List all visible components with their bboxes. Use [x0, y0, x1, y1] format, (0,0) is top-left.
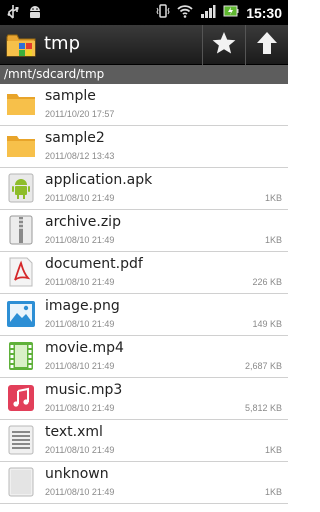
file-size: 1KB — [264, 445, 282, 455]
status-bar: 15:30 — [0, 0, 288, 25]
file-size: 2,687 KB — [244, 361, 282, 371]
android-icon — [6, 173, 36, 203]
video-icon — [6, 341, 36, 371]
file-date: 2011/08/10 21:49 — [45, 193, 115, 203]
folder-icon — [6, 89, 36, 119]
zip-icon — [6, 215, 36, 245]
file-list: sample 2011/10/20 17:57 sample2 2011/08/… — [0, 84, 288, 504]
file-name: application.apk — [45, 172, 153, 188]
text-icon — [6, 425, 36, 455]
list-item[interactable]: sample2 2011/08/12 13:43 — [0, 126, 288, 168]
file-date: 2011/08/10 21:49 — [45, 487, 115, 497]
file-date: 2011/08/12 13:43 — [45, 151, 115, 161]
parent-folder-button[interactable] — [245, 25, 288, 65]
file-name: text.xml — [45, 424, 103, 440]
list-item[interactable]: text.xml 2011/08/10 21:49 1KB — [0, 420, 288, 462]
pdf-icon — [6, 257, 36, 287]
android-debug-icon — [28, 4, 42, 24]
path-breadcrumb: /mnt/sdcard/tmp — [0, 65, 288, 84]
up-arrow-icon — [255, 30, 279, 60]
image-icon — [6, 299, 36, 329]
file-date: 2011/08/10 21:49 — [45, 403, 115, 413]
file-name: sample — [45, 88, 96, 104]
list-item[interactable]: movie.mp4 2011/08/10 21:49 2,687 KB — [0, 336, 288, 378]
file-date: 2011/08/10 21:49 — [45, 445, 115, 455]
file-size: 149 KB — [252, 319, 282, 329]
file-date: 2011/08/10 21:49 — [45, 319, 115, 329]
file-size: 1KB — [264, 235, 282, 245]
clock: 15:30 — [246, 5, 282, 21]
file-size: 5,812 KB — [244, 403, 282, 413]
list-item[interactable]: archive.zip 2011/08/10 21:49 1KB — [0, 210, 288, 252]
file-name: music.mp3 — [45, 382, 123, 398]
wifi-icon — [177, 3, 193, 23]
file-name: movie.mp4 — [45, 340, 124, 356]
music-icon — [6, 383, 36, 413]
battery-icon — [223, 3, 239, 23]
file-name: image.png — [45, 298, 120, 314]
file-name: unknown — [45, 466, 109, 482]
file-date: 2011/10/20 17:57 — [45, 109, 115, 119]
page-title: tmp — [44, 33, 81, 54]
file-date: 2011/08/10 21:49 — [45, 277, 115, 287]
list-item[interactable]: image.png 2011/08/10 21:49 149 KB — [0, 294, 288, 336]
action-bar: tmp — [0, 25, 288, 65]
file-name: document.pdf — [45, 256, 143, 272]
file-size: 1KB — [264, 487, 282, 497]
vibrate-icon — [156, 3, 170, 23]
list-item[interactable]: document.pdf 2011/08/10 21:49 226 KB — [0, 252, 288, 294]
list-item[interactable]: application.apk 2011/08/10 21:49 1KB — [0, 168, 288, 210]
unknown-file-icon — [6, 467, 36, 497]
list-item[interactable]: music.mp3 2011/08/10 21:49 5,812 KB — [0, 378, 288, 420]
list-item[interactable]: unknown 2011/08/10 21:49 1KB — [0, 462, 288, 504]
file-size: 1KB — [264, 193, 282, 203]
file-size: 226 KB — [252, 277, 282, 287]
star-icon — [211, 30, 237, 60]
file-name: archive.zip — [45, 214, 121, 230]
file-name: sample2 — [45, 130, 105, 146]
app-icon — [5, 29, 37, 61]
bookmark-button[interactable] — [202, 25, 245, 65]
folder-icon — [6, 131, 36, 161]
signal-icon — [200, 3, 216, 23]
usb-icon — [6, 4, 20, 24]
list-item[interactable]: sample 2011/10/20 17:57 — [0, 84, 288, 126]
file-date: 2011/08/10 21:49 — [45, 235, 115, 245]
file-date: 2011/08/10 21:49 — [45, 361, 115, 371]
